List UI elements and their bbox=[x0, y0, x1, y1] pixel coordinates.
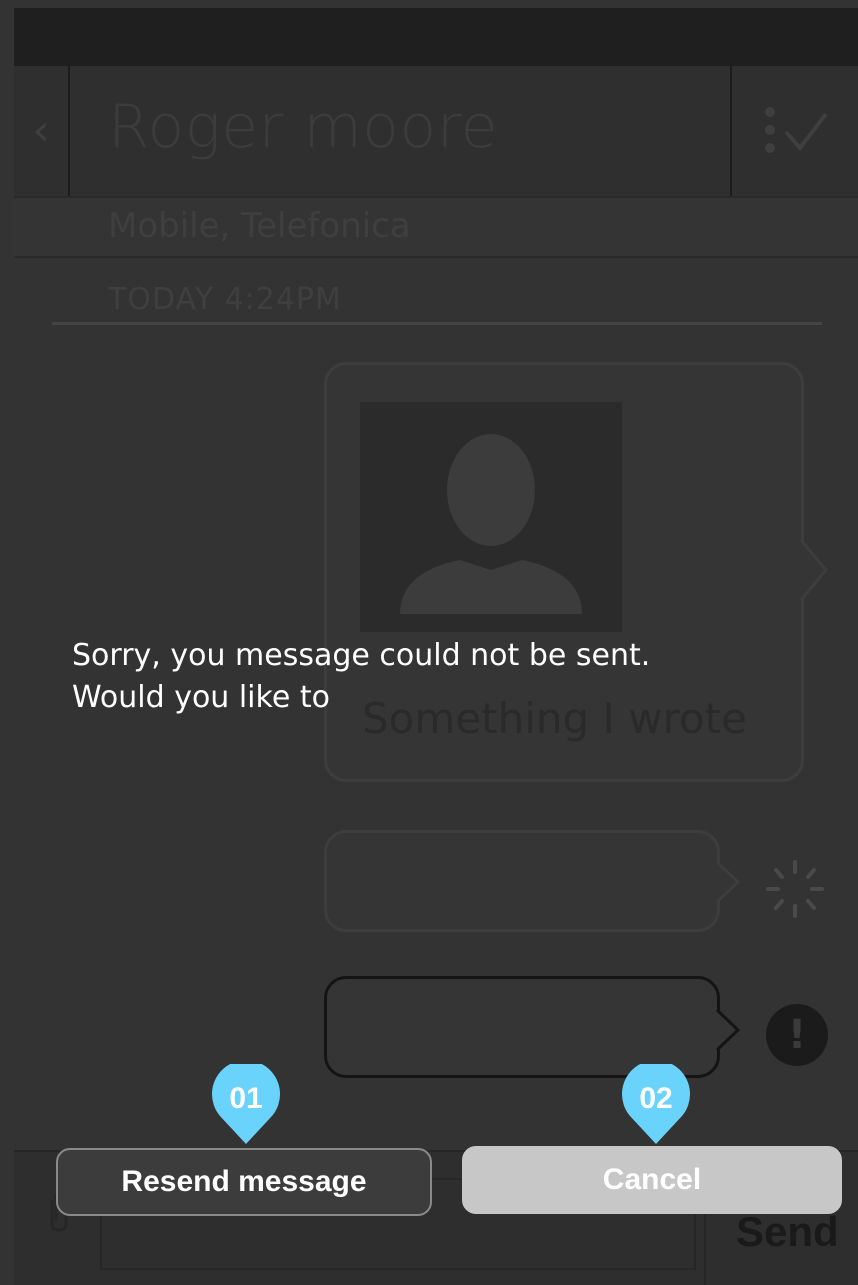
resend-message-button[interactable]: Resend message bbox=[56, 1148, 432, 1216]
contact-photo-placeholder bbox=[360, 402, 622, 632]
error-icon[interactable]: ! bbox=[766, 1004, 828, 1066]
annotation-label: 01 bbox=[229, 1082, 263, 1115]
divider bbox=[52, 322, 822, 325]
header-divider bbox=[730, 66, 732, 196]
annotation-pin-02: 02 bbox=[620, 1060, 692, 1144]
cancel-button[interactable]: Cancel bbox=[462, 1146, 842, 1214]
person-icon bbox=[400, 434, 582, 614]
error-dialog-message: Sorry, you message could not be sent. Wo… bbox=[72, 635, 650, 719]
select-check-icon[interactable] bbox=[760, 104, 830, 160]
thread-date: TODAY 4:24PM bbox=[108, 282, 342, 317]
bubble-tail bbox=[799, 540, 828, 600]
sending-spinner-icon bbox=[766, 860, 824, 918]
bubble-tail bbox=[715, 862, 740, 902]
error-line-2: Would you like to bbox=[72, 680, 330, 715]
message-bubble-failed[interactable] bbox=[324, 976, 720, 1078]
annotation-label: 02 bbox=[639, 1082, 673, 1115]
message-bubble-sending[interactable] bbox=[324, 830, 720, 932]
bubble-tail bbox=[715, 1010, 740, 1050]
contact-title: Roger moore bbox=[108, 92, 498, 162]
status-bar bbox=[14, 8, 858, 66]
back-button[interactable]: ‹ bbox=[14, 66, 70, 196]
send-button[interactable]: Send bbox=[736, 1208, 839, 1256]
error-line-1: Sorry, you message could not be sent. bbox=[72, 638, 651, 673]
annotation-pin-01: 01 bbox=[210, 1060, 282, 1144]
carrier-label: Mobile, Telefonica bbox=[108, 206, 411, 246]
carrier-bar: Mobile, Telefonica bbox=[14, 196, 858, 258]
